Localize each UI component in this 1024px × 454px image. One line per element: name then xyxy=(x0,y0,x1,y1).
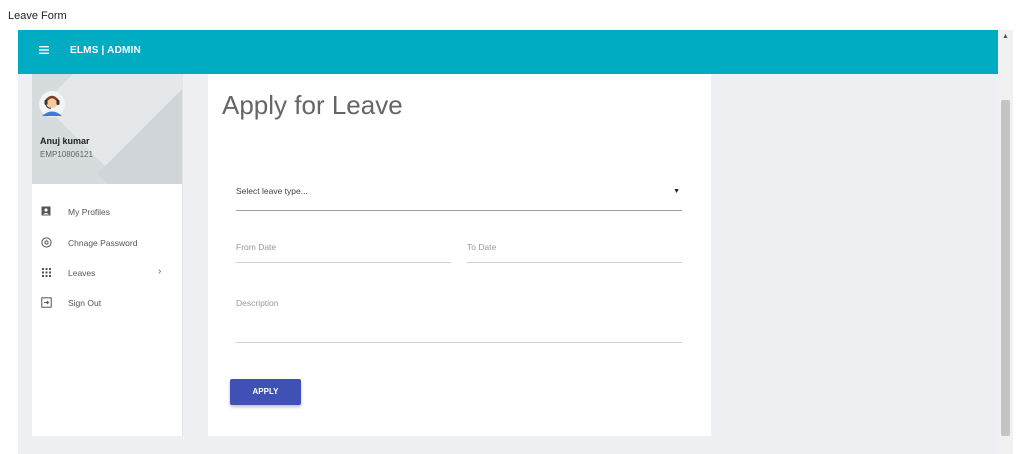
settings-circle-icon xyxy=(40,237,52,249)
sidebar-item-leaves[interactable]: Leaves › xyxy=(32,265,182,287)
sidebar: Anuj kumar EMP10806121 My Profiles Chnag… xyxy=(32,74,183,436)
chevron-right-icon: › xyxy=(158,266,162,277)
scroll-up-arrow-icon[interactable]: ▲ xyxy=(1002,33,1009,40)
sidebar-item-my-profiles[interactable]: My Profiles xyxy=(32,204,182,226)
app-frame: ELMS | ADMIN ▲ Anuj kumar EMP10806121 My… xyxy=(18,30,1013,454)
account-box-icon xyxy=(40,206,52,218)
sidebar-item-label: Leaves xyxy=(68,268,96,278)
grid-dots-icon xyxy=(40,267,52,279)
sidebar-item-label: Chnage Password xyxy=(68,238,138,248)
brand-title[interactable]: ELMS | ADMIN xyxy=(70,45,141,56)
hamburger-icon[interactable] xyxy=(38,44,54,60)
from-date-field[interactable]: From Date xyxy=(236,240,451,263)
sidebar-item-label: Sign Out xyxy=(68,298,102,308)
leave-type-placeholder: Select leave type... xyxy=(236,186,308,196)
to-date-placeholder: To Date xyxy=(467,242,497,252)
scrollbar[interactable]: ▲ xyxy=(998,30,1013,454)
description-placeholder: Description xyxy=(236,298,279,308)
sidebar-item-label: My Profiles xyxy=(68,207,111,217)
leave-form-card: Apply for Leave Select leave type... ▼ F… xyxy=(208,74,711,436)
user-id: EMP10806121 xyxy=(40,150,93,159)
top-navbar: ELMS | ADMIN xyxy=(18,30,998,74)
caret-down-icon: ▼ xyxy=(673,188,680,195)
page-title: Apply for Leave xyxy=(222,90,403,120)
scrollbar-thumb[interactable] xyxy=(1001,100,1010,436)
from-date-placeholder: From Date xyxy=(236,242,277,252)
to-date-field[interactable]: To Date xyxy=(467,240,682,263)
user-panel: Anuj kumar EMP10806121 xyxy=(32,74,182,184)
exit-icon xyxy=(40,297,52,309)
avatar xyxy=(38,90,66,118)
user-name: Anuj kumar xyxy=(40,136,90,146)
sidebar-item-sign-out[interactable]: Sign Out xyxy=(32,295,182,317)
sidebar-item-change-password[interactable]: Chnage Password xyxy=(32,235,182,257)
description-field[interactable]: Description xyxy=(236,296,682,343)
apply-button[interactable]: APPLY xyxy=(230,379,301,405)
leave-type-select[interactable]: Select leave type... ▼ xyxy=(236,184,682,211)
page-caption: Leave Form xyxy=(8,10,67,22)
